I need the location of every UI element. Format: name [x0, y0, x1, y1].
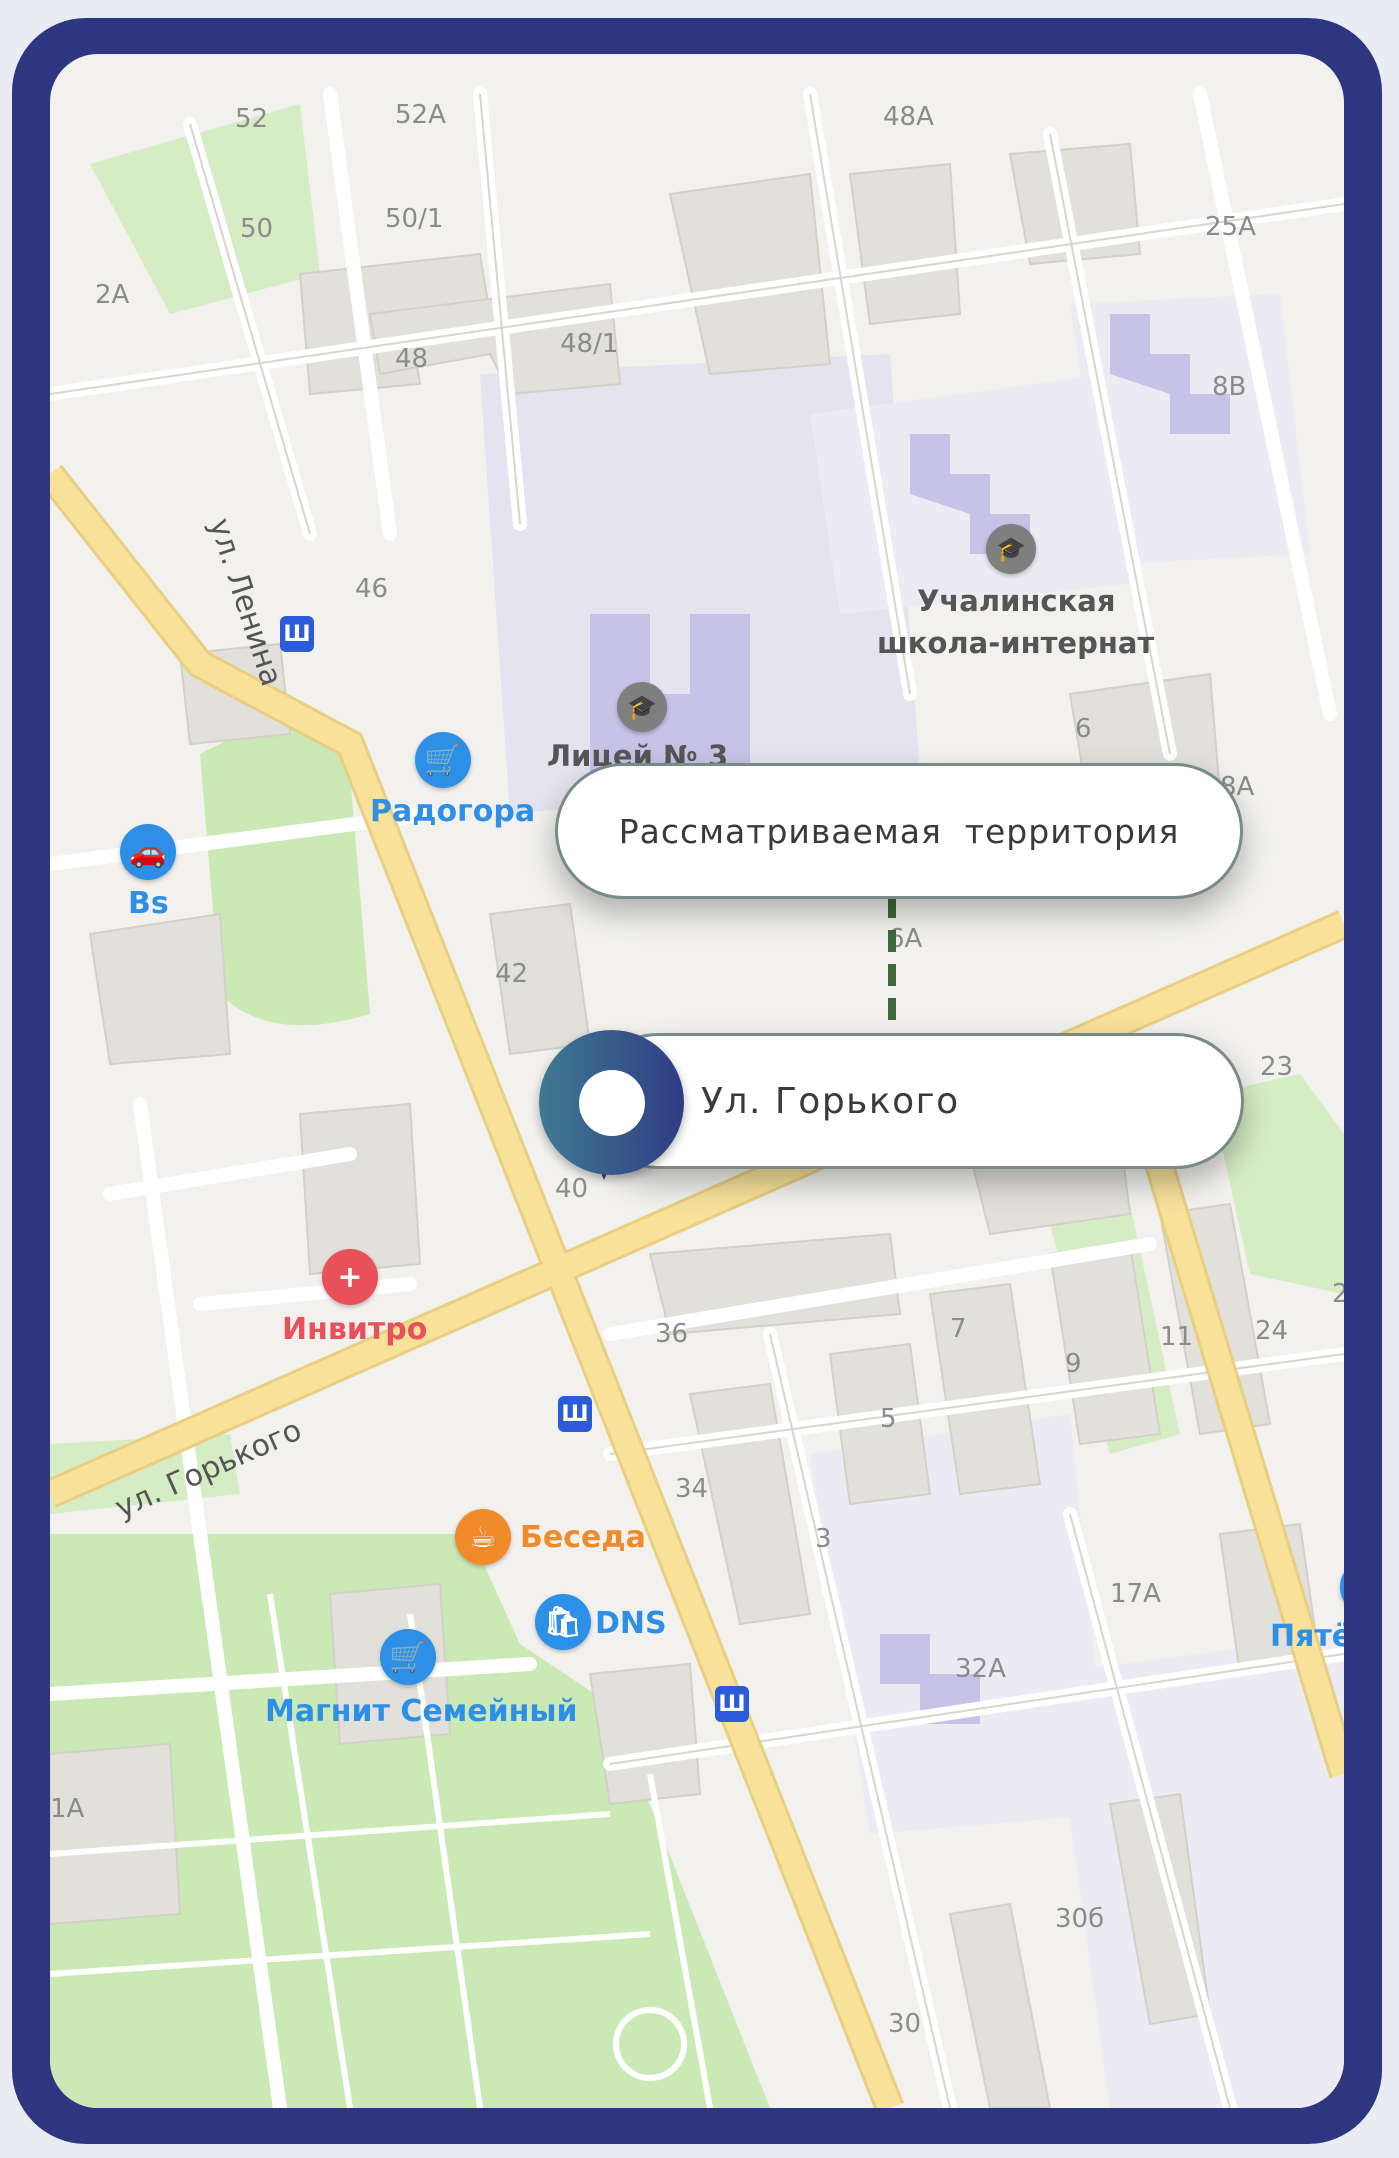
- block-area: [1050, 1634, 1344, 2108]
- poi-label-magnit: Магнит Семейный: [265, 1694, 578, 1729]
- house-number: 32А: [955, 1654, 1006, 1684]
- plus-icon[interactable]: +: [322, 1249, 378, 1305]
- house-number: 42: [495, 959, 529, 989]
- poi-label-beseda: Беседа: [520, 1520, 646, 1555]
- location-pin-dot: [579, 1070, 645, 1136]
- address-callout[interactable]: Ул. Горького: [590, 1033, 1244, 1169]
- bag-icon[interactable]: 🛍: [535, 1594, 591, 1650]
- house-number: 17А: [1110, 1579, 1161, 1609]
- shopping-cart-icon[interactable]: 🛒: [415, 732, 471, 788]
- house-number: 2: [1332, 1279, 1344, 1309]
- bus-stop-icon[interactable]: Ш: [558, 1396, 592, 1432]
- house-number: 50: [240, 214, 274, 244]
- house-number: 1А: [50, 1794, 85, 1824]
- bus-stop-icon[interactable]: Ш: [715, 1686, 749, 1722]
- cup-icon[interactable]: ☕: [455, 1509, 511, 1565]
- house-number: 48: [395, 344, 429, 374]
- house-number: 50/1: [385, 204, 444, 234]
- poi-label-radogora: Радогора: [370, 794, 536, 829]
- house-number: 25А: [1205, 212, 1256, 242]
- graduation-cap-icon[interactable]: 🎓: [617, 682, 667, 732]
- house-number: 30б: [1055, 1904, 1105, 1934]
- poi-label-invitro: Инвитро: [282, 1312, 428, 1347]
- bus-stop-icon[interactable]: Ш: [280, 616, 314, 652]
- house-number: 46: [355, 574, 389, 604]
- house-number: 6: [1075, 714, 1092, 744]
- house-number: 24: [1255, 1316, 1289, 1346]
- address-callout-label: Ул. Горького: [701, 1080, 960, 1122]
- house-number: 3: [815, 1524, 832, 1554]
- callout-connector: [888, 896, 896, 1032]
- graduation-cap-icon[interactable]: 🎓: [986, 524, 1036, 574]
- territory-callout[interactable]: Рассматриваемая территория: [555, 763, 1243, 899]
- poi-label-bs: Bs: [128, 886, 169, 921]
- house-number: 48А: [883, 102, 934, 132]
- house-number: 9: [1065, 1349, 1082, 1379]
- house-number: 52: [235, 104, 269, 134]
- shopping-cart-icon[interactable]: 🛒: [380, 1629, 436, 1685]
- house-number: 2А: [95, 280, 130, 310]
- house-number: 36: [655, 1319, 689, 1349]
- house-number: 8В: [1212, 372, 1247, 402]
- house-number: 40: [555, 1174, 589, 1204]
- house-number: 48/1: [560, 329, 619, 359]
- house-number: 34: [675, 1474, 709, 1504]
- poi-label-dns: DNS: [595, 1606, 667, 1641]
- territory-callout-label: Рассматриваемая территория: [618, 811, 1180, 851]
- poi-label-school-internat: Учалинская: [917, 584, 1116, 618]
- poi-label-school-internat: школа-интернат: [877, 626, 1155, 660]
- house-number: 5: [880, 1404, 897, 1434]
- house-number: 30: [888, 2009, 922, 2039]
- car-icon[interactable]: 🚗: [120, 824, 176, 880]
- house-number: 52А: [395, 100, 446, 130]
- house-number: 23: [1260, 1052, 1294, 1082]
- house-number: 7: [950, 1314, 967, 1344]
- poi-label-pyaterochka: Пятёрочка: [1270, 1619, 1344, 1654]
- house-number: 11: [1160, 1322, 1194, 1352]
- map-frame: 52 52А 48А 50 50/1 25А 2А 48 48/1 8В 46 …: [12, 18, 1382, 2144]
- location-pin-icon[interactable]: [539, 1030, 684, 1175]
